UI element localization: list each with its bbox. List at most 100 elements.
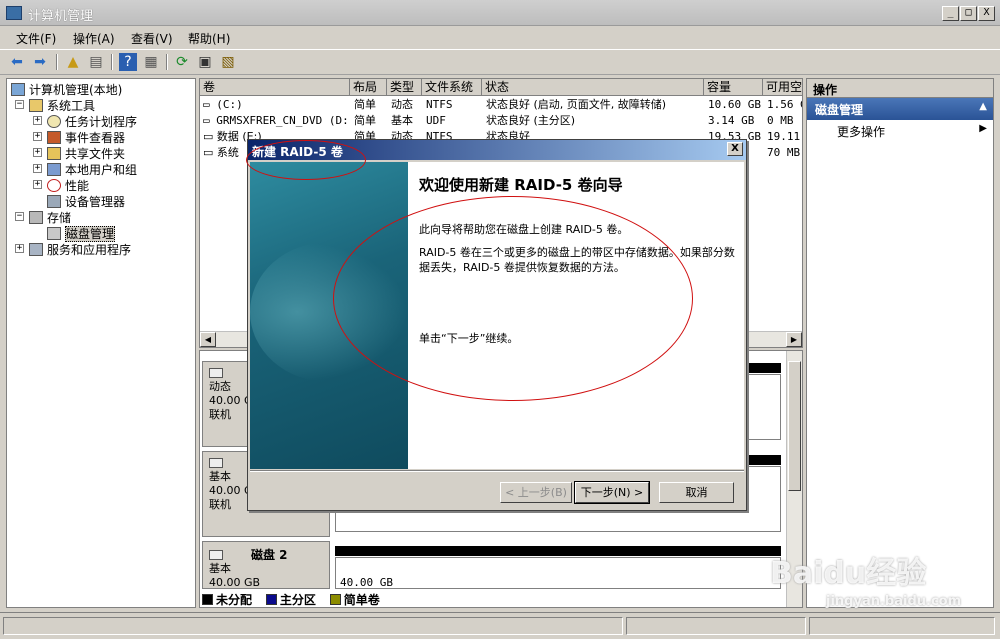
- services-icon: [29, 243, 43, 256]
- tree-item-performance[interactable]: 性能: [47, 177, 89, 193]
- settings-icon[interactable]: ▧: [219, 53, 237, 71]
- export-list-icon[interactable]: ▣: [196, 53, 214, 71]
- refresh-icon[interactable]: ⟳: [173, 53, 191, 71]
- drive-icon: ▭: [203, 130, 217, 143]
- column-header-volume[interactable]: 卷: [200, 79, 350, 96]
- minimize-button[interactable]: _: [942, 6, 959, 21]
- partition-block[interactable]: [748, 374, 781, 440]
- table-cell: 70 MB: [767, 146, 801, 159]
- legend-swatch-simple: [329, 594, 341, 605]
- table-cell: 3.14 GB: [708, 114, 755, 127]
- column-header-free[interactable]: 可用空: [763, 79, 802, 96]
- table-row[interactable]: ▭ GRMSXFRER_CN_DVD (D:): [203, 113, 350, 129]
- shared-folder-icon: [47, 147, 61, 160]
- disk-icon: [209, 368, 223, 378]
- cancel-button[interactable]: 取消: [659, 482, 734, 503]
- tree-item-label: 存储: [47, 211, 72, 225]
- computer-icon: [11, 83, 25, 96]
- toolbar-separator: [111, 54, 113, 70]
- tree-item-label: 共享文件夹: [65, 147, 126, 161]
- table-cell: 状态良好 (主分区): [486, 114, 576, 127]
- column-header-filesystem[interactable]: 文件系统: [422, 79, 482, 96]
- tree-item-local-users[interactable]: 本地用户和组: [47, 161, 137, 177]
- actions-section-disk-management[interactable]: 磁盘管理 ▲: [807, 98, 993, 120]
- event-viewer-icon: [47, 131, 61, 144]
- tree-item-task-scheduler[interactable]: 任务计划程序: [47, 113, 137, 129]
- table-cell: 10.60 GB: [708, 98, 761, 111]
- collapse-toggle[interactable]: −: [15, 100, 24, 109]
- tree-item-label: 系统工具: [47, 99, 96, 113]
- collapse-up-icon[interactable]: ▲: [979, 101, 987, 112]
- back-button[interactable]: < 上一步(B): [500, 482, 572, 503]
- tree-item-shared-folders[interactable]: 共享文件夹: [47, 145, 125, 161]
- properties-icon[interactable]: ▦: [142, 53, 160, 71]
- new-raid5-wizard-dialog: 新建 RAID-5 卷 X 欢迎使用新建 RAID-5 卷向导 此向导将帮助您在…: [247, 139, 747, 511]
- wizard-description-text: RAID-5 卷在三个或更多的磁盘上的带区中存储数据。如果部分数据丢失，RAID…: [419, 246, 735, 274]
- tree-item-system-tools[interactable]: 系统工具: [29, 97, 95, 113]
- tree-item-disk-management[interactable]: 磁盘管理: [47, 225, 116, 242]
- scroll-left-icon[interactable]: ◀: [200, 332, 216, 347]
- performance-icon: [47, 179, 61, 192]
- console-tree: 计算机管理(本地) − 系统工具 + 任务计划程序 + 事件查看器 + 共享文件…: [6, 78, 196, 608]
- dialog-separator: [250, 470, 744, 472]
- actions-section-label: 磁盘管理: [815, 103, 864, 117]
- table-cell: 状态良好 (启动, 页面文件, 故障转储): [486, 98, 667, 111]
- partition-header: [748, 363, 781, 373]
- help-icon[interactable]: ?: [119, 53, 137, 71]
- legend-label: 未分配: [216, 593, 253, 607]
- expand-toggle[interactable]: +: [33, 132, 42, 141]
- close-button[interactable]: X: [978, 6, 995, 21]
- expand-toggle[interactable]: +: [15, 244, 24, 253]
- users-icon: [47, 163, 61, 176]
- table-cell: 系统: [216, 146, 239, 159]
- toolbar: ⬅ ➡ ▲ ▤ ? ▦ ⟳ ▣ ▧: [0, 49, 1000, 75]
- expand-toggle[interactable]: +: [33, 116, 42, 125]
- table-cell: UDF: [426, 114, 446, 127]
- status-segment: [809, 617, 995, 635]
- menu-view[interactable]: 查看(V): [131, 30, 173, 47]
- watermark-url: jingyan.baidu.com: [826, 594, 962, 609]
- menu-file[interactable]: 文件(F): [16, 30, 56, 47]
- scroll-thumb[interactable]: [788, 361, 801, 491]
- disk-legend: 未分配 主分区 简单卷: [202, 591, 390, 607]
- table-cell: (C:): [216, 98, 243, 111]
- column-header-layout[interactable]: 布局: [350, 79, 387, 96]
- tree-item-root[interactable]: 计算机管理(本地): [11, 81, 122, 97]
- expand-toggle[interactable]: +: [33, 180, 42, 189]
- tree-item-label: 设备管理器: [65, 195, 126, 209]
- show-hide-tree-icon[interactable]: ▤: [87, 53, 105, 71]
- tree-item-storage[interactable]: 存储: [29, 209, 71, 225]
- tree-item-services-apps[interactable]: 服务和应用程序: [29, 241, 131, 257]
- table-cell: 简单: [354, 98, 376, 111]
- legend-swatch-unallocated: [202, 594, 213, 605]
- column-header-status[interactable]: 状态: [482, 79, 704, 96]
- wizard-banner-image: [250, 162, 408, 469]
- dialog-close-button[interactable]: X: [727, 142, 743, 156]
- device-manager-icon: [47, 195, 61, 208]
- disk-2-card[interactable]: 磁盘 2 基本 40.00 GB: [202, 541, 330, 589]
- next-button[interactable]: 下一步(N) >: [574, 481, 650, 504]
- restore-button[interactable]: □: [960, 6, 977, 21]
- menu-help[interactable]: 帮助(H): [188, 30, 230, 47]
- table-row[interactable]: ▭ (C:): [203, 97, 350, 113]
- up-folder-icon[interactable]: ▲: [64, 53, 82, 71]
- table-cell: 简单: [354, 114, 376, 127]
- submenu-arrow-icon: ▶: [979, 123, 987, 134]
- back-arrow-icon[interactable]: ⬅: [8, 53, 26, 71]
- wizard-content: 欢迎使用新建 RAID-5 卷向导 此向导将帮助您在磁盘上创建 RAID-5 卷…: [408, 162, 744, 469]
- column-header-type[interactable]: 类型: [387, 79, 422, 96]
- unallocated-block[interactable]: 40.00 GB: [335, 557, 781, 589]
- watermark-logo: Baidu经验: [770, 556, 927, 591]
- column-header-capacity[interactable]: 容量: [704, 79, 763, 96]
- menu-action[interactable]: 操作(A): [73, 30, 115, 47]
- more-actions-item[interactable]: 更多操作 ▶: [807, 120, 993, 140]
- disk-icon: [209, 458, 223, 468]
- forward-arrow-icon[interactable]: ➡: [31, 53, 49, 71]
- scroll-right-icon[interactable]: ▶: [786, 332, 802, 347]
- tree-item-device-manager[interactable]: 设备管理器: [47, 193, 125, 209]
- collapse-toggle[interactable]: −: [15, 212, 24, 221]
- tree-item-event-viewer[interactable]: 事件查看器: [47, 129, 125, 145]
- expand-toggle[interactable]: +: [33, 164, 42, 173]
- expand-toggle[interactable]: +: [33, 148, 42, 157]
- tree-item-label: 本地用户和组: [65, 163, 138, 177]
